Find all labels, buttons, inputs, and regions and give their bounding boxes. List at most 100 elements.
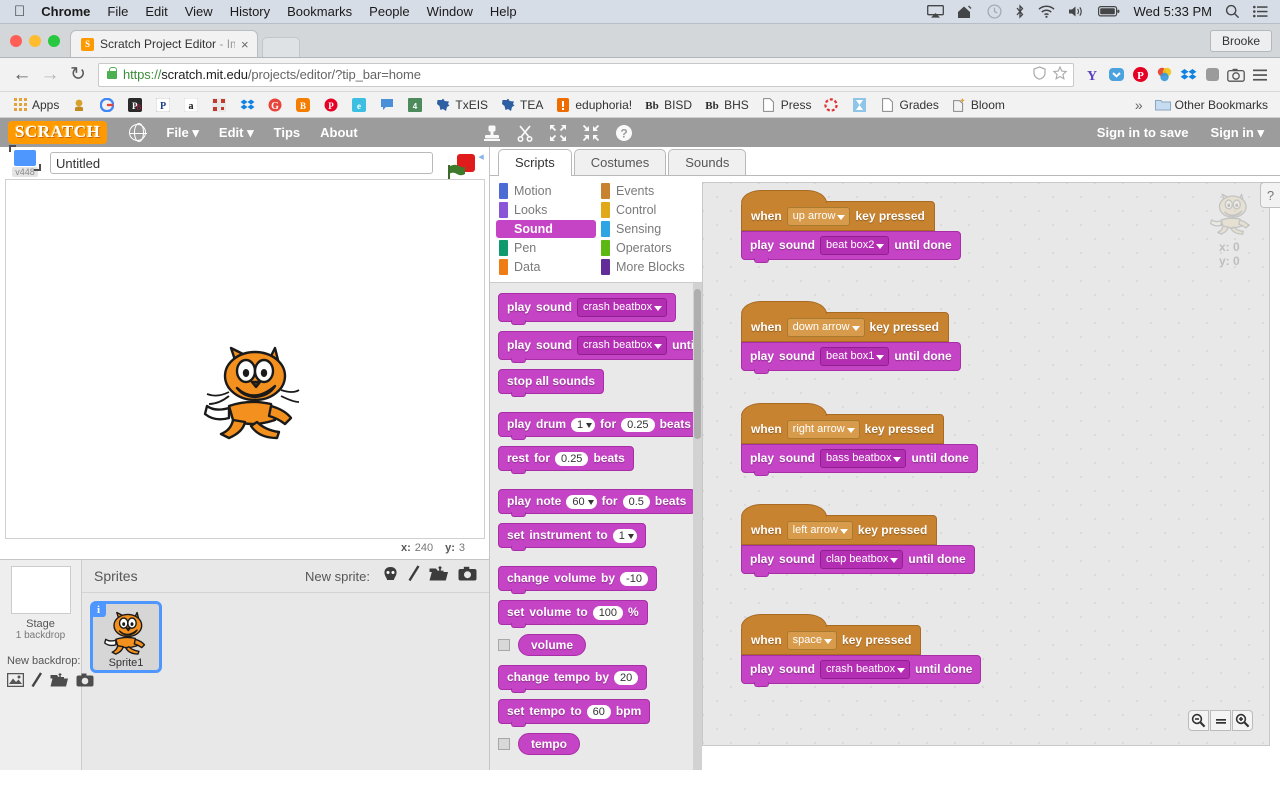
bookmark-red-circle[interactable]: [817, 97, 845, 113]
bookmarks-overflow-button[interactable]: »: [1129, 97, 1149, 113]
stack-block-play-sound-until-done[interactable]: play sound clap beatbox until done: [741, 545, 975, 577]
paint-sprite-icon[interactable]: [408, 565, 420, 587]
tempo-input[interactable]: 60: [586, 704, 611, 719]
tab-sounds[interactable]: Sounds: [668, 149, 747, 175]
volume-input[interactable]: 100: [592, 605, 624, 620]
stage-thumbnail[interactable]: [10, 566, 71, 614]
os-menu-people[interactable]: People: [369, 4, 409, 19]
scratch-menu-tips[interactable]: Tips: [264, 125, 311, 140]
zoom-out-button[interactable]: [1188, 710, 1209, 731]
block-body[interactable]: play sound beat box2 until done: [741, 231, 961, 263]
bookmark-tea[interactable]: TEA: [494, 97, 549, 113]
block-palette[interactable]: play sound crash beatbox play sound cras…: [490, 282, 702, 770]
scripts-canvas[interactable]: x: 0 y: 0 when up arrow key pressed play…: [702, 182, 1270, 746]
os-menu-file[interactable]: File: [107, 4, 128, 19]
sound-dropdown[interactable]: beat box2: [820, 236, 890, 255]
block-volume-reporter[interactable]: volume: [518, 634, 587, 656]
key-dropdown[interactable]: down arrow: [786, 318, 865, 337]
key-dropdown[interactable]: left arrow: [786, 521, 853, 540]
volume-icon[interactable]: [1068, 5, 1085, 18]
tempo-monitor-checkbox[interactable]: [498, 738, 510, 750]
category-more-blocks[interactable]: More Blocks: [598, 258, 698, 276]
choose-backdrop-icon[interactable]: [6, 672, 25, 692]
airplay-icon[interactable]: [927, 5, 945, 18]
os-menu-help[interactable]: Help: [490, 4, 517, 19]
hat-block-body[interactable]: when down arrow key pressed: [741, 301, 949, 342]
category-sound[interactable]: Sound: [496, 220, 596, 238]
bookmark-sheets[interactable]: 4: [401, 97, 429, 113]
block-rest-for-beats[interactable]: rest for 0.25 beats: [498, 446, 634, 474]
scratch-menu-edit[interactable]: Edit ▾: [209, 125, 264, 141]
stack-block-play-sound-until-done[interactable]: play sound beat box2 until done: [741, 231, 961, 263]
pocket-extension-icon[interactable]: [1104, 66, 1128, 83]
sound-dropdown[interactable]: clap beatbox: [820, 550, 904, 569]
profile-button[interactable]: Brooke: [1209, 30, 1272, 52]
scratch-logo[interactable]: SCRATCH: [8, 121, 108, 144]
beats-input[interactable]: 0.25: [555, 451, 589, 466]
bookmark-press[interactable]: Press: [755, 97, 818, 113]
bookmark-amazon[interactable]: a: [177, 97, 205, 113]
block-play-drum[interactable]: play drum 1 for 0.25 beats: [498, 412, 700, 440]
reload-button[interactable]: ↻: [64, 63, 92, 86]
bookmark-blogger[interactable]: B: [289, 97, 317, 113]
block-body[interactable]: play sound bass beatbox until done: [741, 444, 978, 476]
bookmark-phone[interactable]: [373, 97, 401, 113]
bookmark-grades[interactable]: Grades: [873, 97, 944, 113]
os-clock[interactable]: Wed 5:33 PM: [1133, 4, 1212, 19]
zoom-in-button[interactable]: [1232, 710, 1253, 731]
category-pen[interactable]: Pen: [496, 239, 596, 257]
new-tab-button[interactable]: [261, 37, 300, 57]
hat-block-when-key-pressed[interactable]: when left arrow key pressed: [741, 504, 975, 545]
script-left-arrow[interactable]: when left arrow key pressed play sound c…: [741, 504, 975, 577]
forward-button[interactable]: →: [36, 64, 64, 86]
script-up-arrow[interactable]: when up arrow key pressed play sound bea…: [741, 190, 961, 263]
bookmark-txeis[interactable]: TxEIS: [429, 97, 494, 113]
sprite-info-badge[interactable]: i: [91, 602, 106, 617]
block-tempo-reporter[interactable]: tempo: [518, 733, 580, 755]
upload-sprite-icon[interactable]: [429, 565, 449, 587]
grow-icon[interactable]: [549, 124, 567, 142]
stack-block-play-sound-until-done[interactable]: play sound crash beatbox until done: [741, 655, 982, 687]
hat-block-body[interactable]: when right arrow key pressed: [741, 403, 945, 444]
yahoo-extension-icon[interactable]: Y: [1080, 67, 1104, 83]
sign-in-button[interactable]: Sign in ▾: [1211, 125, 1264, 141]
block-body[interactable]: play sound crash beatbox until done: [741, 655, 982, 687]
bookmark-p[interactable]: P: [149, 97, 177, 113]
block-help-icon[interactable]: ?: [615, 124, 633, 142]
block-change-tempo-by[interactable]: change tempo by 20: [498, 665, 648, 693]
stack-block-play-sound-until-done[interactable]: play sound beat box1 until done: [741, 342, 961, 374]
camera-extension-icon[interactable]: [1224, 68, 1248, 82]
block-set-tempo-to[interactable]: set tempo to 60 bpm: [498, 699, 651, 727]
apple-logo-icon[interactable]: : [14, 4, 25, 19]
sprite-thumbnail-sprite1[interactable]: i Sprite1: [90, 601, 162, 673]
camera-sprite-icon[interactable]: [458, 566, 477, 586]
block-play-sound[interactable]: play sound crash beatbox: [498, 293, 677, 325]
script-down-arrow[interactable]: when down arrow key pressed play sound b…: [741, 301, 961, 374]
os-menu-window[interactable]: Window: [427, 4, 473, 19]
category-motion[interactable]: Motion: [496, 182, 596, 200]
os-menu-bookmarks[interactable]: Bookmarks: [287, 4, 352, 19]
block-body[interactable]: play sound beat box1 until done: [741, 342, 961, 374]
sound-dropdown[interactable]: beat box1: [820, 347, 890, 366]
language-globe-icon[interactable]: [128, 123, 147, 142]
bookmark-dropbox[interactable]: [233, 97, 261, 113]
battery-icon[interactable]: [1098, 6, 1120, 17]
bookmark-pb[interactable]: PB: [121, 97, 149, 113]
stage-sprite-cat[interactable]: [196, 335, 306, 441]
stack-block-play-sound-until-done[interactable]: play sound bass beatbox until done: [741, 444, 978, 476]
wifi-icon[interactable]: [1038, 5, 1055, 18]
pane-collapse-arrow[interactable]: ◂: [475, 147, 487, 165]
dropbox-extension-icon[interactable]: [1176, 67, 1200, 83]
script-right-arrow[interactable]: when right arrow key pressed play sound …: [741, 403, 978, 476]
block-set-volume-to[interactable]: set volume to 100 %: [498, 600, 648, 628]
puzzle-extension-icon[interactable]: [1200, 66, 1224, 83]
back-button[interactable]: ←: [8, 64, 36, 86]
key-dropdown[interactable]: right arrow: [786, 420, 860, 439]
bookmark-apps[interactable]: Apps: [6, 97, 65, 113]
key-dropdown[interactable]: up arrow: [786, 207, 851, 226]
bookmark-scout[interactable]: [65, 97, 93, 113]
sound-dropdown[interactable]: crash beatbox: [577, 298, 668, 317]
shrink-icon[interactable]: [582, 124, 600, 142]
sound-dropdown[interactable]: crash beatbox: [577, 336, 668, 355]
browser-tab[interactable]: S Scratch Project Editor - Ima ×: [70, 30, 258, 57]
